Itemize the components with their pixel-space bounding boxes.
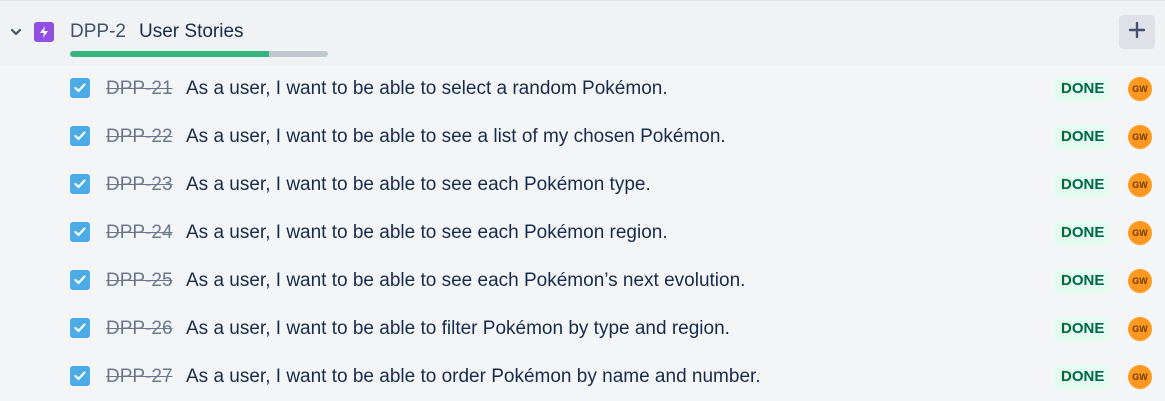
plus-icon — [1128, 21, 1146, 44]
story-row[interactable]: DPP-23 As a user, I want to be able to s… — [0, 161, 1165, 209]
story-summary[interactable]: As a user, I want to be able to see each… — [186, 270, 745, 292]
assignee-avatar[interactable]: GW — [1128, 125, 1152, 149]
story-key[interactable]: DPP-26 — [106, 318, 173, 340]
status-badge[interactable]: DONE — [1054, 173, 1112, 197]
story-type-checkbox-icon — [70, 270, 90, 290]
story-type-checkbox-icon — [70, 222, 90, 242]
child-issue-list: DPP-21 As a user, I want to be able to s… — [0, 65, 1165, 401]
assignee-avatar[interactable]: GW — [1128, 77, 1152, 101]
assignee-avatar[interactable]: GW — [1128, 269, 1152, 293]
status-badge[interactable]: DONE — [1054, 317, 1112, 341]
story-key[interactable]: DPP-21 — [106, 78, 173, 100]
status-badge[interactable]: DONE — [1054, 77, 1112, 101]
story-row[interactable]: DPP-24 As a user, I want to be able to s… — [0, 209, 1165, 257]
story-summary[interactable]: As a user, I want to be able to see each… — [186, 174, 651, 196]
assignee-avatar[interactable]: GW — [1128, 221, 1152, 245]
epic-progress-bar — [70, 51, 328, 57]
story-summary[interactable]: As a user, I want to be able to select a… — [186, 78, 668, 100]
story-summary[interactable]: As a user, I want to be able to see a li… — [186, 126, 726, 148]
story-summary[interactable]: As a user, I want to be able to order Po… — [186, 366, 761, 388]
assignee-avatar[interactable]: GW — [1128, 173, 1152, 197]
story-key[interactable]: DPP-25 — [106, 270, 173, 292]
story-row[interactable]: DPP-27 As a user, I want to be able to o… — [0, 353, 1165, 401]
epic-progress-fill — [70, 51, 269, 57]
story-key[interactable]: DPP-24 — [106, 222, 173, 244]
epic-header: DPP-2 User Stories — [0, 0, 1165, 65]
story-type-checkbox-icon — [70, 366, 90, 386]
story-row[interactable]: DPP-21 As a user, I want to be able to s… — [0, 65, 1165, 113]
status-badge[interactable]: DONE — [1054, 269, 1112, 293]
story-key[interactable]: DPP-23 — [106, 174, 173, 196]
story-key[interactable]: DPP-27 — [106, 366, 173, 388]
epic-key-link[interactable]: DPP-2 — [70, 21, 126, 43]
story-summary[interactable]: As a user, I want to be able to see each… — [186, 222, 668, 244]
story-summary[interactable]: As a user, I want to be able to filter P… — [186, 318, 730, 340]
story-row[interactable]: DPP-26 As a user, I want to be able to f… — [0, 305, 1165, 353]
story-row[interactable]: DPP-22 As a user, I want to be able to s… — [0, 113, 1165, 161]
lightning-bolt-icon — [34, 22, 54, 42]
assignee-avatar[interactable]: GW — [1128, 365, 1152, 389]
story-type-checkbox-icon — [70, 126, 90, 146]
status-badge[interactable]: DONE — [1054, 221, 1112, 245]
status-badge[interactable]: DONE — [1054, 365, 1112, 389]
status-badge[interactable]: DONE — [1054, 125, 1112, 149]
story-key[interactable]: DPP-22 — [106, 126, 173, 148]
story-type-checkbox-icon — [70, 174, 90, 194]
story-type-checkbox-icon — [70, 78, 90, 98]
epic-title: User Stories — [139, 21, 244, 42]
story-type-checkbox-icon — [70, 318, 90, 338]
story-row[interactable]: DPP-25 As a user, I want to be able to s… — [0, 257, 1165, 305]
add-child-issue-button[interactable] — [1119, 15, 1155, 49]
assignee-avatar[interactable]: GW — [1128, 317, 1152, 341]
chevron-down-icon[interactable] — [9, 25, 23, 39]
